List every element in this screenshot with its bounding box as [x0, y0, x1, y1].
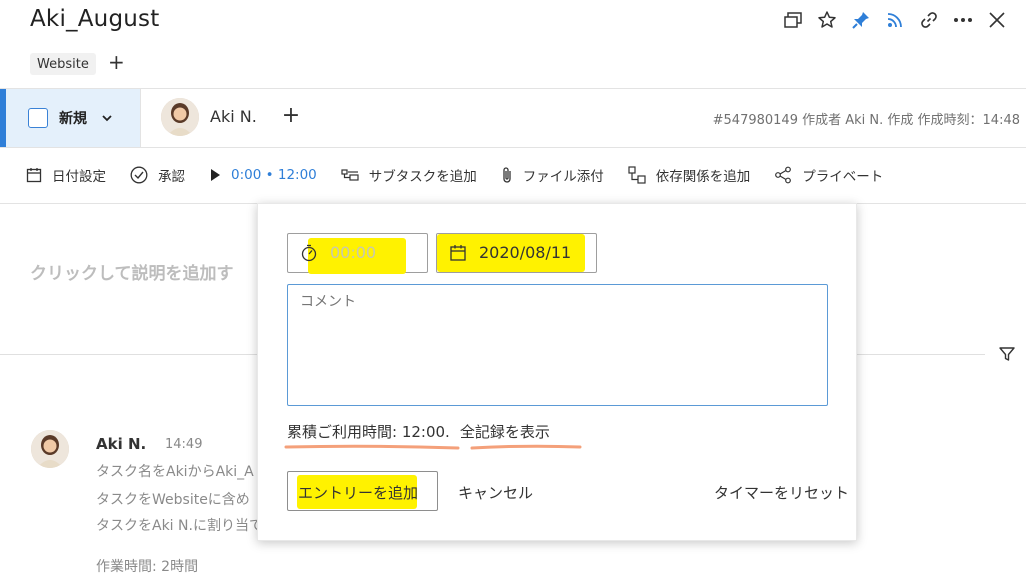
- approve-button[interactable]: 承認: [130, 165, 185, 185]
- header-actions: [776, 8, 1014, 32]
- private-button[interactable]: プライベート: [774, 165, 883, 185]
- chevron-down-icon: [102, 115, 112, 122]
- private-label: プライベート: [802, 169, 884, 185]
- share-icon: [775, 166, 792, 184]
- description-placeholder[interactable]: クリックして説明を追加す: [30, 259, 234, 284]
- activity-line: タスクをAki N.に割り当て: [96, 518, 263, 534]
- activity-time: 14:49: [165, 437, 203, 452]
- duration-input[interactable]: 00:00: [287, 233, 428, 274]
- calendar-icon: [26, 168, 42, 183]
- status-label: 新規: [59, 111, 87, 127]
- add-entry-label: エントリーを追加: [297, 484, 418, 502]
- reset-timer-button[interactable]: タイマーをリセット: [714, 482, 849, 503]
- divider: [140, 89, 141, 147]
- more-icon[interactable]: [946, 8, 980, 32]
- activity-author: Aki N.: [96, 435, 147, 453]
- link-icon[interactable]: [912, 8, 946, 32]
- pin-icon[interactable]: [844, 8, 878, 32]
- check-circle-icon: [130, 166, 148, 184]
- status-checkbox[interactable]: [28, 108, 48, 128]
- rss-icon[interactable]: [878, 8, 912, 32]
- timer-button[interactable]: 0:00 • 12:00: [209, 167, 317, 183]
- timer-label: 0:00 • 12:00: [231, 167, 317, 183]
- set-date-label: 日付設定: [52, 169, 106, 185]
- divider: [0, 147, 1026, 148]
- task-toolbar: 日付設定 承認 0:00 • 12:00 サブタスクを追加 ファイル添付 依存関…: [26, 160, 907, 190]
- add-tag-button[interactable]: +: [108, 51, 125, 73]
- add-dependency-label: 依存関係を追加: [655, 169, 751, 185]
- add-dependency-button[interactable]: 依存関係を追加: [628, 165, 751, 185]
- activity-line: タスクをWebsiteに含め: [96, 492, 250, 508]
- play-icon: [211, 169, 220, 181]
- add-assignee-button[interactable]: +: [281, 103, 301, 129]
- stopwatch-icon: [301, 244, 317, 262]
- calendar-icon: [450, 245, 466, 261]
- work-time: 作業時間: 2時間: [96, 559, 199, 575]
- add-subtask-button[interactable]: サブタスクを追加: [341, 165, 477, 185]
- avatar: [31, 430, 69, 468]
- cancel-button[interactable]: キャンセル: [458, 482, 533, 503]
- add-subtask-label: サブタスクを追加: [368, 169, 477, 185]
- date-input[interactable]: 2020/08/11: [436, 233, 597, 273]
- filter-icon[interactable]: [998, 345, 1016, 363]
- attach-file-button[interactable]: ファイル添付: [501, 165, 604, 185]
- attach-file-label: ファイル添付: [522, 169, 604, 185]
- comment-field[interactable]: [287, 284, 828, 406]
- divider: [0, 88, 1026, 89]
- total-time-summary: 累積ご利用時間: 12:00. 全記録を表示: [287, 421, 550, 442]
- avatar[interactable]: [161, 98, 199, 136]
- paperclip-icon: [503, 167, 511, 183]
- underline-mark: [284, 444, 460, 450]
- task-title[interactable]: Aki_August: [30, 6, 159, 32]
- star-icon[interactable]: [810, 8, 844, 32]
- duration-placeholder: 00:00: [330, 243, 377, 262]
- set-date-button[interactable]: 日付設定: [26, 165, 106, 185]
- close-icon[interactable]: [980, 8, 1014, 32]
- add-entry-button[interactable]: エントリーを追加: [287, 471, 438, 511]
- assignee-name[interactable]: Aki N.: [210, 107, 257, 126]
- task-meta: #547980149 作成者 Aki N. 作成 作成時刻：14:48: [712, 113, 1020, 128]
- total-time-label: 累積ご利用時間: 12:00.: [287, 423, 450, 441]
- window-icon[interactable]: [776, 8, 810, 32]
- time-entry-popup: 00:00 2020/08/11 累積ご利用時間: 12:00. 全記録を表示 エ…: [257, 203, 857, 541]
- approve-label: 承認: [158, 169, 185, 185]
- subtask-icon: [341, 169, 359, 181]
- dependency-icon: [628, 166, 646, 184]
- underline-mark: [470, 444, 582, 450]
- status-selector[interactable]: 新規: [0, 89, 140, 147]
- tag-website[interactable]: Website: [30, 53, 96, 75]
- activity-line: タスク名をAkiからAki_A: [96, 464, 254, 480]
- show-all-link[interactable]: 全記録を表示: [460, 423, 550, 441]
- date-value: 2020/08/11: [479, 243, 572, 262]
